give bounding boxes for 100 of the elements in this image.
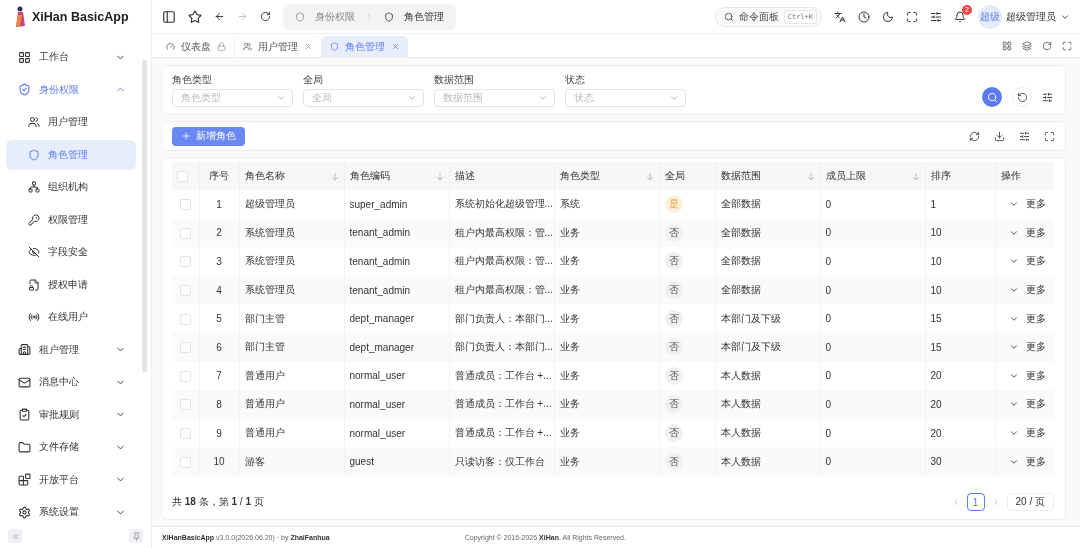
checkbox[interactable] (179, 285, 191, 296)
column-header[interactable]: 成员上限 (820, 162, 925, 190)
status-tag: 是 (664, 195, 683, 214)
status-tag: 否 (664, 395, 683, 414)
column-header[interactable]: 角色编码 (344, 162, 449, 190)
sidebar-item[interactable]: 系统设置 (6, 497, 136, 524)
more-button[interactable]: 更多 (1000, 454, 1046, 469)
checkbox[interactable] (179, 199, 191, 211)
sidebar-item[interactable]: 消息中心 (6, 367, 136, 398)
column-header[interactable]: 角色类型 (554, 162, 659, 190)
table-cell: 0 (820, 304, 925, 333)
fullscreen-icon[interactable] (906, 10, 918, 23)
sidebar-subitem[interactable]: 用户管理 (6, 107, 136, 138)
table-cell: 30 (925, 447, 995, 476)
sidebar-toggle-icon[interactable] (162, 9, 176, 24)
table-cell: 3 (199, 247, 239, 276)
checkbox[interactable] (177, 170, 188, 182)
sidebar-item[interactable]: 工作台 (6, 42, 136, 73)
double-chevron-left-icon (10, 531, 20, 541)
more-button[interactable]: 更多 (1000, 397, 1046, 412)
sort-icon[interactable] (330, 171, 339, 181)
checkbox[interactable] (179, 456, 191, 468)
clipboard-icon (18, 408, 31, 422)
table-cell: 普通成员：工作台 +... (449, 390, 554, 419)
more-button[interactable]: 更多 (1000, 340, 1046, 355)
sort-icon[interactable] (911, 171, 920, 181)
settings-icon[interactable] (930, 10, 942, 23)
table-cell: 10 (199, 447, 239, 476)
sidebar-item[interactable]: 租户管理 (6, 334, 136, 365)
grid-icon[interactable] (1002, 40, 1012, 51)
clock-icon[interactable] (858, 10, 870, 23)
table-cell: 超级管理员 (239, 190, 344, 219)
download-icon[interactable] (994, 130, 1005, 142)
scrollbar[interactable] (142, 60, 147, 372)
sort-icon[interactable] (806, 171, 815, 181)
table-cell: 部门负责人：本部门... (449, 332, 554, 362)
sidebar-subitem[interactable]: 权限管理 (6, 204, 136, 235)
table-cell: 0 (820, 447, 925, 476)
forward-icon[interactable] (237, 11, 248, 22)
reset-button[interactable] (1012, 87, 1032, 107)
page-tab[interactable]: 仪表盘 (158, 36, 235, 57)
checkbox[interactable] (179, 313, 191, 325)
refresh-icon[interactable] (1042, 40, 1052, 51)
settings-icon[interactable] (1042, 92, 1053, 103)
close-icon[interactable] (391, 42, 400, 51)
page-size-select[interactable]: 20 / 页 (1006, 493, 1054, 511)
column-header[interactable]: 角色名称 (239, 162, 344, 190)
settings-icon[interactable] (1019, 130, 1030, 142)
more-button[interactable]: 更多 (1000, 254, 1046, 269)
pin-button[interactable] (129, 529, 143, 543)
checkbox[interactable] (179, 342, 191, 354)
more-button[interactable]: 更多 (1000, 197, 1046, 212)
sort-icon[interactable] (435, 171, 444, 181)
checkbox[interactable] (179, 399, 191, 411)
bell-icon[interactable] (954, 10, 966, 23)
back-icon[interactable] (214, 11, 225, 22)
checkbox[interactable] (179, 227, 191, 239)
layers-icon[interactable] (1022, 40, 1032, 51)
status-tag: 否 (664, 366, 683, 385)
checkbox[interactable] (179, 427, 191, 439)
sidebar-item[interactable]: 开放平台 (6, 464, 136, 495)
column-header[interactable]: 操作 (995, 162, 1054, 190)
column-header[interactable]: 排序 (925, 162, 995, 190)
sidebar-item[interactable]: 文件存储 (6, 432, 136, 463)
more-button[interactable]: 更多 (1000, 283, 1046, 298)
page-button[interactable]: 1 (966, 493, 985, 511)
checkbox[interactable] (179, 370, 191, 382)
users-icon (28, 116, 40, 129)
checkbox[interactable] (179, 256, 191, 268)
user-name: 超级管理员 (1006, 9, 1056, 24)
chevron-down-icon (669, 93, 679, 103)
close-icon[interactable] (304, 42, 313, 51)
sidebar-subitem[interactable]: 字段安全 (6, 237, 136, 268)
broadcast-icon (28, 311, 40, 324)
column-header[interactable]: 数据范围 (715, 162, 820, 190)
translate-icon[interactable] (834, 10, 846, 23)
sidebar-item[interactable]: 身份权限 (6, 74, 136, 105)
refresh-icon[interactable] (969, 130, 980, 142)
more-button[interactable]: 更多 (1000, 426, 1046, 441)
user-menu[interactable]: 超级 超级管理员 (978, 4, 1070, 29)
status-tag: 否 (664, 252, 683, 271)
sidebar-item[interactable]: 审批规则 (6, 399, 136, 430)
more-button[interactable]: 更多 (1000, 368, 1046, 383)
star-icon[interactable] (188, 9, 202, 24)
more-button[interactable]: 更多 (1000, 311, 1046, 326)
breadcrumb-item[interactable]: 角色管理 (404, 9, 444, 24)
sidebar-subitem[interactable]: 授权申请 (6, 269, 136, 300)
collapse-button[interactable] (8, 529, 22, 543)
refresh-icon[interactable] (260, 11, 271, 22)
column-header[interactable]: 描述 (449, 162, 554, 190)
fullscreen-icon[interactable] (1044, 130, 1055, 142)
sidebar-subitem[interactable]: 在线用户 (6, 302, 136, 333)
more-button[interactable]: 更多 (1000, 225, 1046, 240)
sort-icon[interactable] (645, 171, 654, 181)
column-header[interactable]: 全局 (659, 162, 715, 190)
moon-icon[interactable] (882, 10, 894, 23)
column-header[interactable]: 序号 (199, 162, 239, 190)
search-button[interactable] (982, 87, 1002, 107)
table-cell: 本人数据 (715, 447, 820, 476)
sidebar-subitem[interactable]: 组织机构 (6, 172, 136, 203)
